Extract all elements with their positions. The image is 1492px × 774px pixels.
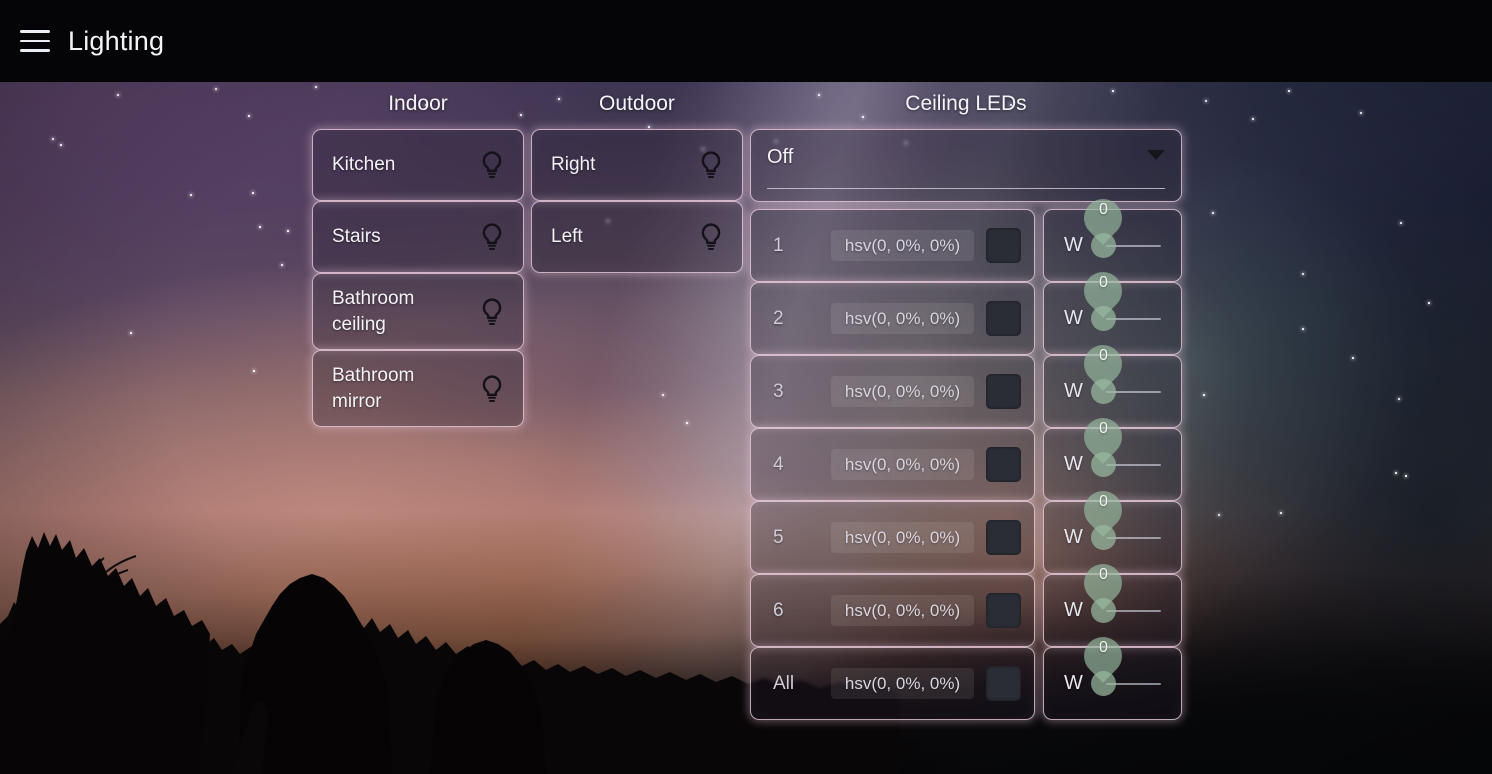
light-card-kitchen[interactable]: Kitchen — [312, 129, 524, 201]
chevron-down-icon[interactable] — [1147, 149, 1165, 160]
hsv-value: hsv(0, 0%, 0%) — [844, 235, 961, 255]
hsv-input[interactable]: hsv(0, 0%, 0%) — [831, 668, 974, 699]
light-bulb-icon — [482, 151, 502, 178]
hsv-value: hsv(0, 0%, 0%) — [844, 381, 961, 401]
led-row-3: 3 hsv(0, 0%, 0%) — [750, 355, 1035, 428]
light-name: Left — [551, 226, 583, 247]
led-row-2: 2 hsv(0, 0%, 0%) — [750, 282, 1035, 355]
slider-thumb[interactable] — [1090, 671, 1116, 696]
white-slider[interactable]: 0 — [1076, 337, 1165, 427]
led-white-4: W 0 — [1043, 410, 1182, 501]
light-card-left[interactable]: Left — [531, 201, 743, 273]
column-title-outdoor: Outdoor — [599, 92, 675, 115]
led-index: 3 — [773, 380, 784, 402]
led-white-all: W 0 — [1043, 629, 1182, 720]
hsv-input[interactable]: hsv(0, 0%, 0%) — [831, 376, 974, 407]
white-label: W — [1064, 234, 1083, 256]
color-swatch[interactable] — [986, 301, 1021, 336]
white-label: W — [1064, 307, 1083, 329]
color-swatch[interactable] — [986, 520, 1021, 555]
hsv-value: hsv(0, 0%, 0%) — [844, 308, 961, 328]
led-row-all: All hsv(0, 0%, 0%) — [750, 647, 1035, 720]
white-slider[interactable]: 0 — [1076, 410, 1165, 500]
led-index: 2 — [773, 307, 784, 329]
white-slider[interactable]: 0 — [1076, 629, 1165, 719]
column-title-ceiling-leds: Ceiling LEDs — [905, 92, 1027, 115]
color-swatch[interactable] — [986, 228, 1021, 263]
light-name: Right — [551, 154, 596, 175]
hsv-input[interactable]: hsv(0, 0%, 0%) — [831, 449, 974, 480]
led-white-1: W 0 — [1043, 191, 1182, 282]
page-title: Lighting — [68, 25, 165, 56]
led-row-6: 6 hsv(0, 0%, 0%) — [750, 574, 1035, 647]
led-row-4: 4 hsv(0, 0%, 0%) — [750, 428, 1035, 501]
hamburger-menu-icon[interactable] — [20, 30, 50, 52]
white-label: W — [1064, 672, 1083, 694]
slider-thumb[interactable] — [1090, 379, 1116, 404]
column-title-indoor: Indoor — [388, 92, 448, 115]
led-row-1: 1 hsv(0, 0%, 0%) — [750, 209, 1035, 282]
white-label: W — [1064, 599, 1083, 621]
main-content: Indoor Outdoor Ceiling LEDs Kitchen Stai… — [0, 82, 1492, 774]
light-bulb-icon — [482, 297, 502, 325]
light-card-right[interactable]: Right — [531, 129, 743, 201]
white-slider[interactable]: 0 — [1076, 264, 1165, 354]
hsv-value: hsv(0, 0%, 0%) — [844, 673, 961, 693]
light-name: Kitchen — [332, 154, 396, 175]
color-swatch[interactable] — [986, 447, 1021, 482]
slider-value: 0 — [1098, 201, 1108, 218]
led-white-2: W 0 — [1043, 264, 1182, 355]
hsv-value: hsv(0, 0%, 0%) — [844, 600, 961, 620]
white-label: W — [1064, 380, 1083, 402]
led-white-3: W 0 — [1043, 337, 1182, 428]
light-card-bathroom-ceiling[interactable]: Bathroom ceiling — [312, 273, 524, 350]
led-row-5: 5 hsv(0, 0%, 0%) — [750, 501, 1035, 574]
led-index: 5 — [773, 526, 784, 548]
hsv-input[interactable]: hsv(0, 0%, 0%) — [831, 230, 974, 261]
app-bar: Lighting — [0, 0, 1492, 82]
white-slider[interactable]: 0 — [1076, 191, 1165, 281]
ceiling-mode-select[interactable]: Off — [750, 129, 1182, 202]
led-index: All — [773, 672, 795, 694]
hsv-input[interactable]: hsv(0, 0%, 0%) — [831, 595, 974, 626]
light-bulb-icon — [701, 151, 721, 178]
light-card-bathroom-mirror[interactable]: Bathroom mirror — [312, 350, 524, 427]
light-bulb-icon — [482, 223, 502, 250]
led-index: 1 — [773, 234, 784, 256]
color-swatch[interactable] — [986, 374, 1021, 409]
slider-thumb[interactable] — [1090, 452, 1116, 477]
slider-thumb[interactable] — [1090, 598, 1116, 623]
light-name: Stairs — [332, 226, 381, 247]
led-index: 6 — [773, 599, 784, 621]
light-name: Bathroom ceiling — [332, 287, 415, 335]
led-white-5: W 0 — [1043, 483, 1182, 574]
white-slider[interactable]: 0 — [1076, 483, 1165, 573]
column-headers: Indoor Outdoor Ceiling LEDs — [0, 92, 1492, 124]
hsv-input[interactable]: hsv(0, 0%, 0%) — [831, 303, 974, 334]
light-bulb-icon — [701, 223, 721, 250]
slider-thumb[interactable] — [1090, 525, 1116, 550]
color-swatch[interactable] — [986, 666, 1021, 701]
white-slider[interactable]: 0 — [1076, 556, 1165, 646]
ceiling-mode-value: Off — [767, 145, 794, 168]
hsv-value: hsv(0, 0%, 0%) — [844, 527, 961, 547]
slider-thumb[interactable] — [1090, 233, 1116, 258]
light-card-stairs[interactable]: Stairs — [312, 201, 524, 273]
light-bulb-icon — [482, 374, 502, 402]
led-index: 4 — [773, 453, 784, 475]
white-label: W — [1064, 526, 1083, 548]
light-name: Bathroom mirror — [332, 364, 415, 412]
white-label: W — [1064, 453, 1083, 475]
hsv-value: hsv(0, 0%, 0%) — [844, 454, 961, 474]
led-white-6: W 0 — [1043, 556, 1182, 647]
hsv-input[interactable]: hsv(0, 0%, 0%) — [831, 522, 974, 553]
color-swatch[interactable] — [986, 593, 1021, 628]
slider-thumb[interactable] — [1090, 306, 1116, 331]
lighting-app: Lighting Indoor Outdoor Ceiling LEDs Kit… — [0, 0, 1492, 774]
